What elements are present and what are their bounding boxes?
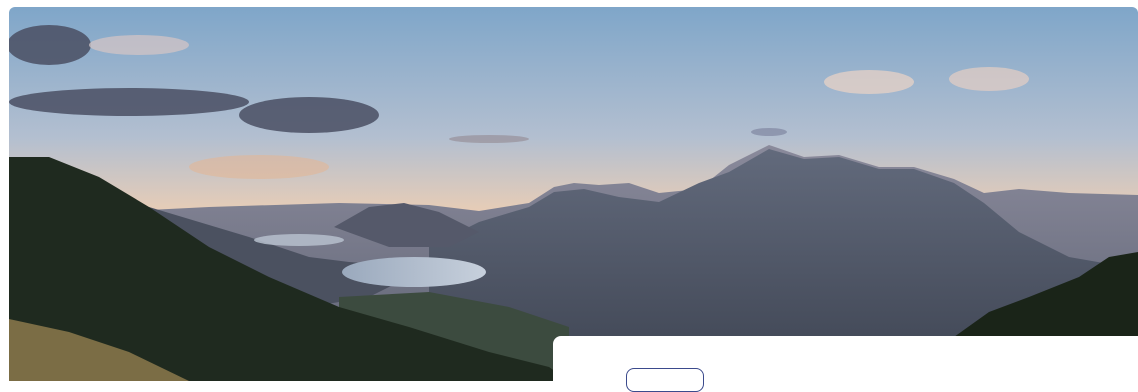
card-action-button[interactable] — [626, 368, 704, 392]
lake-far — [254, 234, 344, 246]
page — [0, 0, 1138, 392]
lake — [342, 257, 486, 287]
content-card — [553, 336, 1138, 392]
hero-landscape-image — [9, 7, 1138, 381]
landscape-illustration — [9, 7, 1138, 381]
